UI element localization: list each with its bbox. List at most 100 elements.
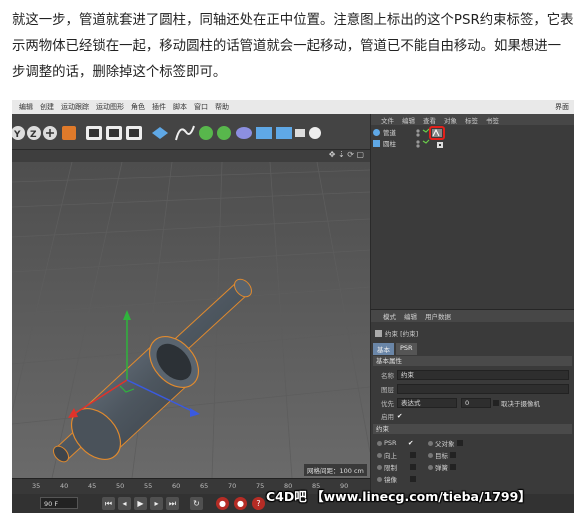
object-name: 管道 [383,129,396,137]
menu-create[interactable]: 创建 [40,102,54,112]
am-menu-mode[interactable]: 模式 [383,311,396,321]
parent-checkbox[interactable] [456,440,463,446]
coordinate-system-icon[interactable] [62,126,76,140]
om-menu-bookmarks[interactable]: 书签 [486,115,499,125]
play-button[interactable]: ▶ [134,497,147,510]
perspective-viewport[interactable] [12,161,371,479]
end-frame-field[interactable]: 90 F [40,497,78,509]
menu-motion-tracking[interactable]: 运动跟踪 [61,102,89,112]
am-menu-edit[interactable]: 编辑 [404,311,417,321]
menu-plugins[interactable]: 插件 [152,102,166,112]
loop-button[interactable]: ↻ [190,497,203,510]
attribute-tabs: 基本 PSR [373,343,419,355]
subdivision-surface-icon[interactable] [199,126,213,140]
om-menu-tags[interactable]: 标签 [465,115,478,125]
constraint-option-row: PSR ✔ 父对象 [371,437,574,449]
target-radio[interactable] [428,452,433,458]
priority-number-input[interactable]: 0 [461,398,491,408]
enable-checkbox[interactable]: ✔ [397,412,402,420]
timeline-tick: 75 [256,482,265,490]
picture-viewer-clapper [109,129,119,137]
array-icon[interactable] [217,126,231,140]
priority-field-row: 优先 表达式 0 取决于摄像机 [371,397,574,409]
name-input[interactable]: 约束 [397,370,569,380]
constraint-option-row: 限制 弹簧 [371,461,574,473]
name-label: 名称 [381,372,394,380]
timeline-tick: 70 [228,482,237,490]
spring-radio[interactable] [428,464,433,470]
menu-edit[interactable]: 编辑 [19,102,33,112]
om-menu-objects[interactable]: 对象 [444,115,457,125]
auto-keyframe-icon[interactable]: ● [234,497,247,510]
object-row-pipe[interactable]: 管道 [373,127,396,137]
basic-properties-header[interactable]: 基本属性 [373,356,572,366]
priority-select[interactable]: 表达式 [397,398,457,408]
cube-icon[interactable] [152,127,168,139]
menu-bar: 编辑 创建 运动跟踪 运动图形 角色 插件 脚本 窗口 帮助 界面 [12,100,574,114]
menu-window[interactable]: 窗口 [194,102,208,112]
up-radio[interactable] [377,452,382,458]
floor-icon[interactable] [256,127,272,139]
am-menu-user-data[interactable]: 用户数据 [425,311,451,321]
timeline-tick: 65 [200,482,209,490]
attribute-title-text: 约束 [约束] [385,330,419,338]
timeline-tick: 55 [144,482,153,490]
menu-character[interactable]: 角色 [131,102,145,112]
toolbar-icons: Y Z [12,125,321,141]
psr-checkbox[interactable]: ✔ [408,439,428,447]
constraint-section-header[interactable]: 约束 [373,424,572,434]
layout-label[interactable]: 界面 [555,102,569,112]
constraint-tag-icon [432,128,442,137]
parent-radio[interactable] [428,440,433,446]
next-frame-button[interactable]: ▸ [150,497,163,510]
pipe-icon [373,128,380,136]
timeline-tick: 35 [32,482,41,490]
enable-label: 启用 [381,413,394,421]
up-checkbox[interactable] [410,452,416,458]
timeline-tick: 45 [88,482,97,490]
clamp-checkbox[interactable] [410,464,416,470]
spline-pen-icon[interactable] [175,125,195,141]
layer-field-row: 图层 [371,383,574,395]
layer-input[interactable] [397,384,569,394]
clamp-option-label: 限制 [384,464,397,472]
record-keyframe-icon[interactable]: ● [216,497,229,510]
timeline-tick: 50 [116,482,125,490]
parent-option-label: 父对象 [435,440,455,448]
tab-psr[interactable]: PSR [396,343,417,355]
camera-dependent-checkbox[interactable] [493,400,499,406]
target-option-label: 目标 [435,452,448,460]
sky-icon[interactable] [276,127,292,139]
mirror-radio[interactable] [377,476,382,482]
article-paragraph: 就这一步，管道就套进了圆柱，同轴还处在正中位置。注意图上标出的这个PSR约束标签… [12,13,574,80]
camera-icon[interactable] [295,129,305,137]
mirror-checkbox[interactable] [410,476,416,482]
viewport-nav-icons[interactable]: ✥ ⇣ ⟳ ▢ [329,150,364,159]
timeline-tick: 40 [60,482,69,490]
menu-script[interactable]: 脚本 [173,102,187,112]
spring-checkbox[interactable] [450,464,456,470]
menu-help[interactable]: 帮助 [215,102,229,112]
psr-radio[interactable] [377,440,382,446]
object-manager-menu: 文件 编辑 查看 对象 标签 书签 [371,114,574,125]
om-menu-edit[interactable]: 编辑 [402,115,415,125]
tab-basic[interactable]: 基本 [373,343,394,355]
viewport-canvas[interactable] [12,161,371,479]
viewport-header: ✥ ⇣ ⟳ ▢ [12,150,370,162]
prev-frame-button[interactable]: ◂ [118,497,131,510]
camera-dependent-label: 取决于摄像机 [501,400,540,408]
om-menu-file[interactable]: 文件 [381,115,394,125]
deformer-icon[interactable] [236,127,252,139]
clamp-radio[interactable] [377,464,382,470]
goto-start-button[interactable]: ⏮ [102,497,115,510]
viewport-background [12,162,370,478]
target-checkbox[interactable] [450,452,456,458]
object-row-cylinder[interactable]: 圆柱 [373,138,396,148]
om-menu-view[interactable]: 查看 [423,115,436,125]
keyframe-selection-icon[interactable]: ? [252,497,265,510]
light-icon[interactable] [309,127,321,139]
goto-end-button[interactable]: ⏭ [166,497,179,510]
psr-constraint-tag-highlight[interactable] [429,126,445,140]
spring-option-label: 弹簧 [435,464,448,472]
menu-mograph[interactable]: 运动图形 [96,102,124,112]
